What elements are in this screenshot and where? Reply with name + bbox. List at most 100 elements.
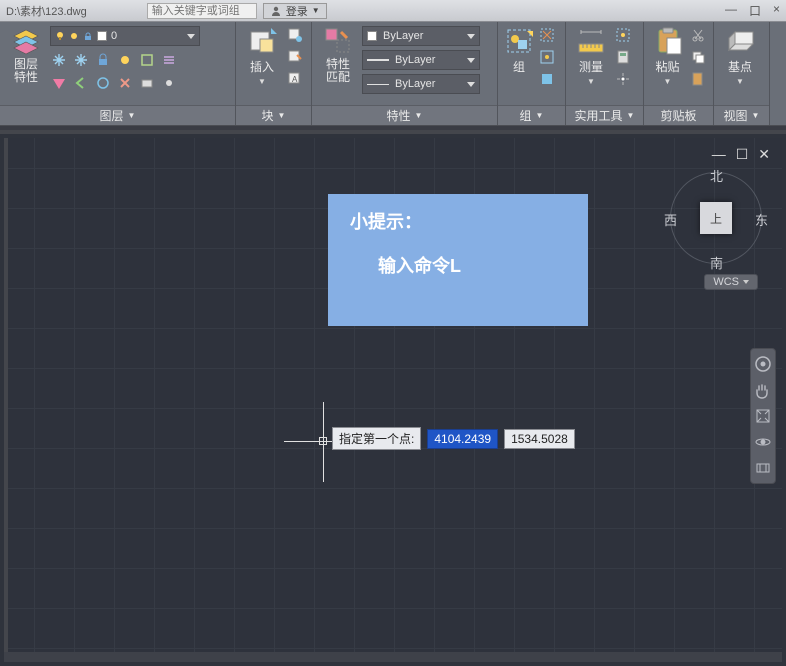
title-tools: 登录 ▼ xyxy=(147,3,327,19)
chevron-down-icon xyxy=(467,58,475,63)
paste-label: 粘贴 xyxy=(655,58,679,75)
basepoint-icon xyxy=(725,26,755,56)
sun-icon xyxy=(69,31,79,41)
attr-edit-icon[interactable]: A xyxy=(286,70,304,88)
title-tabstrip: D:\素材\123.dwg 登录 ▼ — 口 × xyxy=(0,0,786,22)
wcs-selector[interactable]: WCS xyxy=(704,274,758,290)
tip-body: 输入命令L xyxy=(378,252,566,278)
panel-group: 组 组 ▼ xyxy=(498,22,566,125)
h-scrollbar[interactable] xyxy=(4,652,782,662)
layer-properties-button[interactable]: 图层 特性 xyxy=(6,26,46,84)
panel-util-footer[interactable]: 实用工具 ▼ xyxy=(566,105,643,125)
panel-layers-footer[interactable]: 图层 ▼ xyxy=(0,105,235,125)
orbit-icon[interactable] xyxy=(754,433,772,451)
layer-merge-icon[interactable] xyxy=(160,51,178,69)
viewcube-west-label[interactable]: 西 xyxy=(664,210,677,229)
dyn-x-field[interactable]: 4104.2439 xyxy=(427,429,498,449)
calculator-icon[interactable] xyxy=(614,48,632,66)
window-close-button[interactable]: × xyxy=(773,2,780,19)
layer-off-icon[interactable] xyxy=(116,51,134,69)
paste-button[interactable]: 粘贴 ▼ xyxy=(650,26,685,86)
viewport-frame xyxy=(4,138,8,662)
steering-wheel-icon[interactable] xyxy=(754,355,772,373)
panel-view-footer[interactable]: 视图 ▼ xyxy=(714,105,769,125)
cut-icon[interactable] xyxy=(689,26,707,44)
layer-walk-icon[interactable] xyxy=(94,74,112,92)
login-label: 登录 xyxy=(286,3,308,19)
layer-freeze-icon[interactable] xyxy=(50,51,68,69)
create-block-icon[interactable] xyxy=(286,26,304,44)
group-select-icon[interactable] xyxy=(538,70,556,88)
window-max-button[interactable]: 口 xyxy=(749,2,761,19)
color-swatch-icon xyxy=(367,31,377,41)
viewcube-top-face[interactable]: 上 xyxy=(700,202,732,234)
panel-group-footer[interactable]: 组 ▼ xyxy=(498,105,565,125)
copyclip-icon[interactable] xyxy=(689,70,707,88)
bulb-icon xyxy=(55,31,65,41)
group-label: 组 xyxy=(513,58,525,75)
insert-button[interactable]: 插入 ▼ xyxy=(242,26,282,86)
panel-block-footer[interactable]: 块 ▼ xyxy=(236,105,311,125)
linetype-icon xyxy=(367,84,389,85)
layer-prev-icon[interactable] xyxy=(72,74,90,92)
linetype-combo[interactable]: ByLayer xyxy=(362,74,480,94)
group-edit-icon[interactable] xyxy=(538,48,556,66)
group-icon xyxy=(504,26,534,56)
vp-max-button[interactable]: ☐ xyxy=(736,146,749,163)
ruler-icon xyxy=(576,26,606,56)
viewcube[interactable]: 上 北 南 西 东 xyxy=(666,168,766,268)
measure-button[interactable]: 测量 ▼ xyxy=(572,26,610,86)
insert-label: 插入 xyxy=(250,58,274,75)
svg-text:A: A xyxy=(292,75,298,84)
layer-selector-combo[interactable]: 0 xyxy=(50,26,200,46)
pan-hand-icon[interactable] xyxy=(754,381,772,399)
window-min-button[interactable]: — xyxy=(725,2,737,19)
select-all-icon[interactable] xyxy=(614,26,632,44)
layer-iso-icon[interactable] xyxy=(138,51,156,69)
tutorial-tip: 小提示： 输入命令L xyxy=(328,194,588,326)
viewcube-north-label[interactable]: 北 xyxy=(710,166,723,185)
panel-properties: 特性 匹配 ByLayer ByLayer ByLayer xyxy=(312,22,498,125)
edit-block-icon[interactable] xyxy=(286,48,304,66)
layer-delete-icon[interactable] xyxy=(116,74,134,92)
chevron-down-icon xyxy=(187,34,195,39)
panel-view: 基点 ▼ 视图 ▼ xyxy=(714,22,770,125)
dyn-prompt: 指定第一个点: xyxy=(332,427,421,450)
group-button[interactable]: 组 xyxy=(504,26,534,75)
layer-match-icon[interactable] xyxy=(50,74,68,92)
dyn-y-field[interactable]: 1534.5028 xyxy=(504,429,575,449)
showmotion-icon[interactable] xyxy=(754,459,772,477)
layer-freeze2-icon[interactable] xyxy=(72,51,90,69)
viewcube-south-label[interactable]: 南 xyxy=(710,253,723,272)
viewport-window-controls: — ☐ ✕ xyxy=(712,146,770,163)
layer-misc-icon[interactable] xyxy=(160,74,178,92)
lineweight-combo[interactable]: ByLayer xyxy=(362,50,480,70)
viewcube-east-label[interactable]: 东 xyxy=(755,210,768,229)
layer-stack-icon xyxy=(11,26,41,56)
model-space-wrap: — ☐ ✕ 上 北 南 西 东 WCS xyxy=(0,130,786,666)
login-button[interactable]: 登录 ▼ xyxy=(263,3,327,19)
lineweight-icon xyxy=(367,59,389,61)
layer-state-icon[interactable] xyxy=(138,74,156,92)
basepoint-button[interactable]: 基点 ▼ xyxy=(720,26,760,86)
vp-close-button[interactable]: ✕ xyxy=(758,146,770,163)
point-id-icon[interactable] xyxy=(614,70,632,88)
keyword-search-input[interactable] xyxy=(147,3,257,19)
panel-props-footer[interactable]: 特性 ▼ xyxy=(312,105,497,125)
user-icon xyxy=(270,5,282,17)
layer-lock-icon[interactable] xyxy=(94,51,112,69)
chevron-down-icon xyxy=(467,34,475,39)
panel-utilities: 测量 ▼ 实用工具 ▼ xyxy=(566,22,644,125)
color-combo[interactable]: ByLayer xyxy=(362,26,480,46)
drawing-viewport[interactable]: — ☐ ✕ 上 北 南 西 东 WCS xyxy=(4,138,782,662)
zoom-extents-icon[interactable] xyxy=(754,407,772,425)
tip-title: 小提示： xyxy=(350,208,566,234)
panel-block: 插入 ▼ A 块 ▼ xyxy=(236,22,312,125)
ungroup-icon[interactable] xyxy=(538,26,556,44)
match-props-label: 特性 匹配 xyxy=(326,58,350,84)
file-path: D:\素材\123.dwg xyxy=(6,3,87,19)
vp-min-button[interactable]: — xyxy=(712,146,726,163)
copy-icon[interactable] xyxy=(689,48,707,66)
layer-name: 0 xyxy=(111,30,117,42)
match-properties-button[interactable]: 特性 匹配 xyxy=(318,26,358,84)
